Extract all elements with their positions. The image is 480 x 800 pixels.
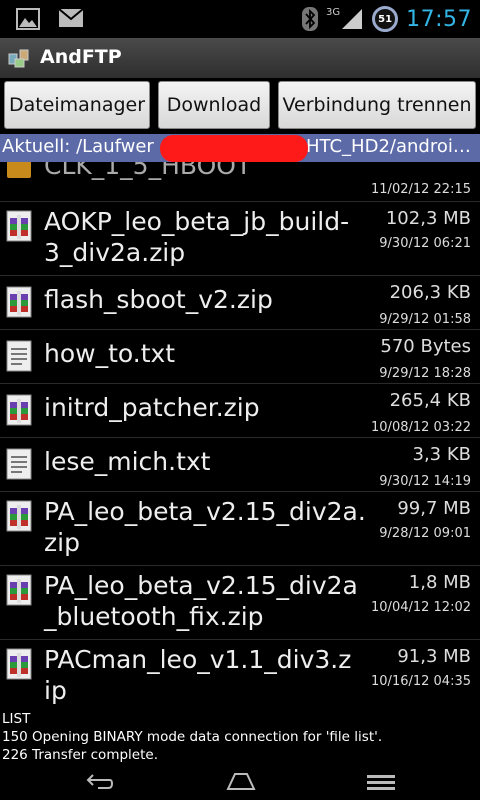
- file-name: PA_leo_beta_v2.15_div2a. zip: [44, 497, 366, 557]
- file-date: 9/28/12 09:01: [379, 526, 471, 541]
- file-date: 10/16/12 04:35: [371, 674, 471, 689]
- file-date: 9/30/12 06:21: [379, 236, 471, 251]
- file-name: flash_sboot_v2.zip: [44, 285, 273, 314]
- list-item[interactable]: PACman_leo_v1.1_div3.z ip 91,3 MB 10/16/…: [0, 640, 480, 710]
- download-button[interactable]: Download: [158, 81, 270, 129]
- log-line: 150 Opening BINARY mode data connection …: [2, 729, 383, 745]
- file-date: 9/29/12 01:58: [379, 312, 471, 327]
- recent-apps-icon[interactable]: [366, 773, 396, 791]
- mail-icon: [58, 8, 84, 27]
- ftp-log: LIST 150 Opening BINARY mode data connec…: [0, 710, 480, 766]
- list-item[interactable]: flash_sboot_v2.zip 206,3 KB 9/29/12 01:5…: [0, 276, 480, 330]
- log-line: LIST: [2, 711, 31, 727]
- disconnect-button[interactable]: Verbindung trennen: [278, 81, 476, 129]
- list-item[interactable]: initrd_patcher.zip 265,4 KB 10/08/12 03:…: [0, 384, 480, 438]
- battery-icon: 51: [372, 6, 399, 32]
- file-list[interactable]: CLK_1_5_HBOOT 11/02/12 22:15 AOKP_leo_be…: [0, 162, 480, 710]
- signal-icon: [342, 9, 363, 29]
- navigation-bar: [0, 766, 480, 800]
- app-icon: [8, 49, 29, 68]
- list-item[interactable]: PA_leo_beta_v2.15_div2a. zip 99,7 MB 9/2…: [0, 492, 480, 566]
- battery-level: 51: [378, 13, 393, 25]
- file-date: 10/04/12 12:02: [371, 600, 471, 615]
- file-size: 206,3 KB: [389, 282, 471, 303]
- zip-icon: [6, 574, 32, 606]
- redaction-mark: [160, 135, 308, 162]
- file-name: AOKP_leo_beta_jb_build- 3_div2a.zip: [44, 207, 350, 267]
- file-name: PACman_leo_v1.1_div3.z ip: [44, 645, 352, 705]
- file-size: 3,3 KB: [412, 444, 472, 465]
- toolbar: Dateimanager Download Verbindung trennen: [0, 78, 480, 134]
- zip-icon: [6, 648, 32, 680]
- file-size: 102,3 MB: [385, 208, 471, 229]
- file-size: 99,7 MB: [397, 498, 471, 519]
- file-name: CLK_1_5_HBOOT: [44, 162, 252, 180]
- file-date: 9/30/12 14:19: [379, 474, 471, 489]
- file-date: 11/02/12 22:15: [371, 182, 471, 197]
- home-icon[interactable]: [226, 771, 256, 791]
- file-date: 10/08/12 03:22: [371, 420, 471, 435]
- file-manager-button[interactable]: Dateimanager: [4, 81, 150, 129]
- app-title: AndFTP: [40, 46, 122, 68]
- file-size: 265,4 KB: [389, 390, 471, 411]
- folder-icon: [7, 162, 31, 178]
- list-item[interactable]: AOKP_leo_beta_jb_build- 3_div2a.zip 102,…: [0, 202, 480, 276]
- status-bar: 3G 51 17:57: [0, 0, 480, 38]
- file-name: PA_leo_beta_v2.15_div2a _bluetooth_fix.z…: [44, 571, 358, 631]
- file-size: 91,3 MB: [397, 646, 471, 667]
- list-item[interactable]: PA_leo_beta_v2.15_div2a _bluetooth_fix.z…: [0, 566, 480, 640]
- current-path-bar: Aktuell: /Laufwer HTC_HD2/androi…: [0, 134, 480, 162]
- log-line: 226 Transfer complete.: [2, 747, 158, 763]
- image-icon: [16, 8, 40, 30]
- path-suffix: HTC_HD2/androi…: [306, 136, 471, 157]
- text-file-icon: [6, 340, 32, 372]
- network-type: 3G: [325, 6, 341, 18]
- list-item[interactable]: lese_mich.txt 3,3 KB 9/30/12 14:19: [0, 438, 480, 492]
- zip-icon: [6, 286, 32, 318]
- file-name: how_to.txt: [44, 339, 176, 368]
- list-item[interactable]: how_to.txt 570 Bytes 9/29/12 18:28: [0, 330, 480, 384]
- zip-icon: [6, 394, 32, 426]
- text-file-icon: [6, 448, 32, 480]
- file-size: 1,8 MB: [408, 572, 471, 593]
- file-name: lese_mich.txt: [44, 447, 211, 476]
- file-date: 9/29/12 18:28: [379, 366, 471, 381]
- title-bar: AndFTP: [0, 38, 480, 79]
- file-name: initrd_patcher.zip: [44, 393, 260, 422]
- clock: 17:57: [406, 6, 472, 32]
- list-item[interactable]: CLK_1_5_HBOOT 11/02/12 22:15: [0, 162, 480, 202]
- zip-icon: [6, 500, 32, 532]
- file-size: 570 Bytes: [380, 336, 471, 357]
- bluetooth-icon: [301, 7, 318, 31]
- zip-icon: [6, 210, 32, 242]
- path-prefix: Aktuell: /Laufwer: [2, 136, 154, 157]
- back-icon[interactable]: [84, 772, 114, 792]
